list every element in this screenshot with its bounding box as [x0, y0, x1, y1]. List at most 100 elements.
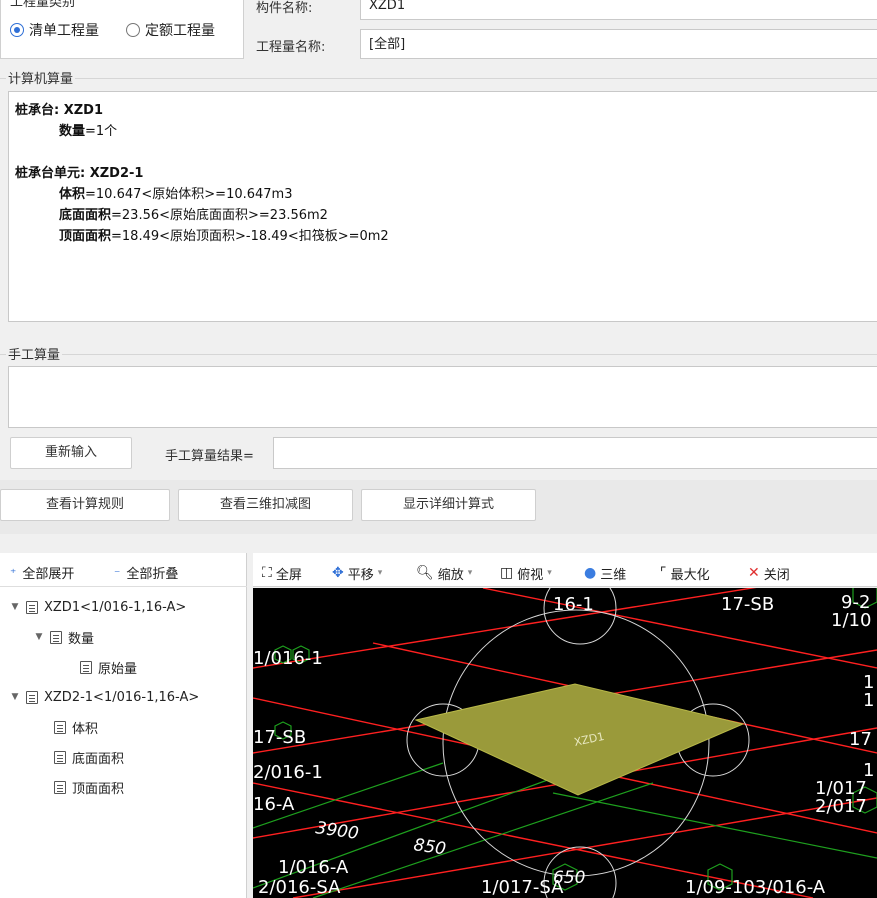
chevron-down-icon: ▾: [547, 568, 552, 578]
close-label: 关闭: [763, 567, 790, 583]
expand-all-button[interactable]: ⁺ 全部展开: [10, 563, 75, 583]
maximize-label: 最大化: [670, 567, 710, 583]
computer-calc-content: 桩承台: XZD1 数量=1个 桩承台单元: XZD2-1 体积=10.647<…: [8, 91, 877, 322]
tree-item-label: 底面面积: [72, 751, 125, 767]
fullscreen-label: 全屏: [275, 567, 302, 583]
radio-quota-quantity[interactable]: 定额工程量: [126, 20, 215, 40]
manual-calc-divider: [0, 354, 877, 355]
grid-label: 1/016-1: [253, 648, 323, 669]
tree-item-original[interactable]: 原始量: [80, 656, 137, 678]
tree-item-label: XZD1<1/016-1,16-A>: [44, 599, 187, 615]
manual-result-label: 手工算量结果=: [165, 449, 254, 464]
view-rules-button[interactable]: 查看计算规则: [0, 489, 170, 521]
expand-all-label: 全部展开: [22, 567, 75, 582]
list-icon: [80, 660, 92, 674]
grid-label: 1/09-103/016-A: [685, 877, 826, 898]
tree-item-bottom-area[interactable]: 底面面积: [54, 746, 124, 768]
radio-bill-quantity[interactable]: 清单工程量: [10, 20, 99, 40]
tree-item-label: 数量: [68, 631, 95, 647]
calc-line: 顶面面积=18.49<原始顶面积>-18.49<扣筏板>=0m2: [59, 229, 389, 244]
list-icon: [54, 780, 66, 794]
top-view-label: 俯视: [517, 567, 544, 583]
tree-item-count[interactable]: ▼ 数量: [34, 626, 94, 648]
cube-icon: ◫: [500, 565, 514, 581]
tree-item-xzd1[interactable]: ▼ XZD1<1/016-1,16-A>: [10, 596, 187, 618]
tree-item-label: 顶面面积: [72, 781, 125, 797]
maximize-icon: ⌜: [660, 565, 667, 581]
tree-item-volume[interactable]: 体积: [54, 716, 98, 738]
zoom-button[interactable]: 🔍︎ 缩放 ▾: [416, 562, 472, 584]
reenter-button[interactable]: 重新输入: [10, 437, 132, 469]
close-icon: ✕: [748, 565, 760, 581]
tree-item-label: 体积: [72, 721, 99, 737]
view-3d-deduction-button[interactable]: 查看三维扣减图: [178, 489, 353, 521]
collapse-icon: ⁻: [114, 565, 121, 580]
grid-label: 1/017-SA: [481, 877, 564, 898]
zoom-icon: 🔍︎: [416, 565, 434, 581]
viewer-canvas[interactable]: XZD1 16-1 17-SB 9-2 1/10 1/016-1 17-SB 2…: [253, 588, 877, 898]
grid-label: 17-SB: [253, 727, 306, 748]
collapse-all-label: 全部折叠: [126, 567, 179, 582]
dimension-label: 650: [553, 868, 585, 888]
grid-label: 16-1: [553, 594, 594, 615]
grid-label: 16-A: [253, 794, 295, 815]
grid-label: 2/017: [815, 796, 867, 817]
radio-checked-icon: [10, 23, 24, 37]
pan-icon: ✥: [332, 565, 344, 581]
quantity-name-label: 工程量名称:: [256, 40, 326, 55]
category-group-title: 工程量类别: [8, 0, 78, 10]
grid-label: 17-SB: [721, 594, 774, 615]
calc-line: 底面面积=23.56<原始底面面积>=23.56m2: [59, 208, 328, 223]
tree-item-top-area[interactable]: 顶面面积: [54, 776, 124, 798]
grid-label: 1/016-A: [278, 857, 349, 878]
chevron-down-icon: ▾: [467, 568, 473, 578]
manual-result-field[interactable]: [273, 437, 877, 469]
grid-label: 2/016-SA: [258, 877, 341, 898]
chevron-down-icon[interactable]: ▼: [10, 692, 20, 702]
list-icon: [54, 750, 66, 764]
chevron-down-icon[interactable]: ▼: [10, 602, 20, 612]
three-d-button[interactable]: ● 三维: [584, 562, 626, 584]
grid-label: 17: [849, 729, 872, 750]
fullscreen-icon: ⛶: [262, 565, 272, 581]
chevron-down-icon: ▾: [377, 568, 383, 578]
list-icon: [50, 630, 62, 644]
component-name-label: 构件名称:: [256, 1, 313, 16]
close-button[interactable]: ✕ 关闭: [748, 562, 790, 584]
computer-calc-divider: [0, 78, 877, 79]
three-d-label: 三维: [600, 567, 627, 583]
list-icon: [26, 690, 38, 704]
list-icon: [26, 600, 38, 614]
manual-calc-title: 手工算量: [6, 344, 63, 363]
tree-item-xzd2-1[interactable]: ▼ XZD2-1<1/016-1,16-A>: [10, 686, 200, 708]
tree-item-label: 原始量: [98, 661, 138, 677]
top-view-button[interactable]: ◫ 俯视 ▾: [500, 562, 552, 584]
grid-label: 2/016-1: [253, 762, 323, 783]
list-icon: [54, 720, 66, 734]
calc-line: 桩承台单元: XZD2-1: [15, 166, 144, 181]
grid-label: 1/10: [831, 610, 871, 631]
sphere-icon: ●: [584, 565, 597, 581]
pan-label: 平移: [347, 567, 374, 583]
expand-icon: ⁺: [10, 565, 17, 580]
maximize-button[interactable]: ⌜ 最大化: [660, 562, 710, 584]
quantity-name-field[interactable]: [全部]: [360, 29, 877, 59]
computer-calc-title: 计算机算量: [6, 68, 76, 87]
pan-button[interactable]: ✥ 平移 ▾: [332, 562, 382, 584]
tree-toolbar-divider: [0, 586, 247, 587]
manual-calc-input[interactable]: [8, 366, 877, 428]
calc-line: 数量=1个: [59, 124, 118, 139]
calc-line: 体积=10.647<原始体积>=10.647m3: [59, 187, 293, 202]
grid-label: 1: [863, 760, 874, 781]
fullscreen-button[interactable]: ⛶ 全屏: [262, 562, 302, 584]
tree-item-label: XZD2-1<1/016-1,16-A>: [44, 689, 200, 705]
chevron-down-icon[interactable]: ▼: [34, 632, 44, 642]
component-name-field[interactable]: XZD1: [360, 0, 877, 20]
collapse-all-button[interactable]: ⁻ 全部折叠: [114, 563, 179, 583]
radio-bill-label: 清单工程量: [29, 23, 99, 39]
radio-unchecked-icon: [126, 23, 140, 37]
grid-label: 1: [863, 690, 874, 711]
show-detail-formula-button[interactable]: 显示详细计算式: [361, 489, 536, 521]
radio-quota-label: 定额工程量: [145, 23, 215, 39]
calc-line: 桩承台: XZD1: [15, 103, 104, 118]
